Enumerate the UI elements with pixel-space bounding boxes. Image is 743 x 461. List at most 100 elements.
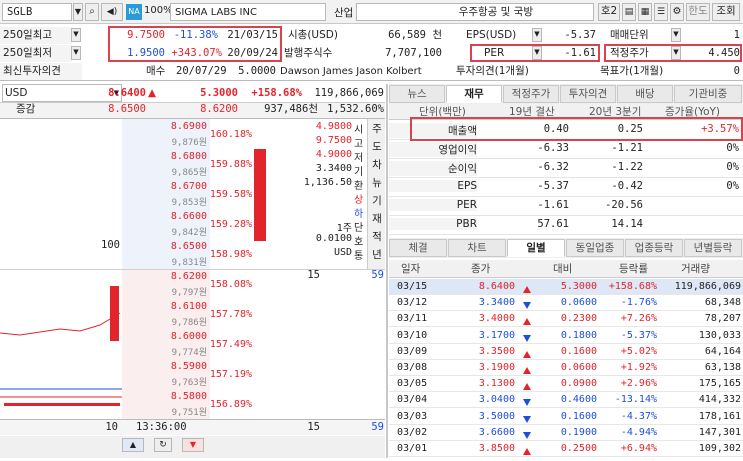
tab-opinion[interactable]: 투자의견 [560,85,616,103]
shares-value: 7,707,100 [385,47,442,59]
ask-row[interactable]: 8.6800 9,865원 159.88% [122,151,252,181]
side-tab-4[interactable]: 기 [368,193,386,211]
refresh-icon: ↻ [159,440,167,450]
tab-same-sector[interactable]: 동일업종 [566,239,624,257]
mktcap-label: 시총(USD) [288,29,338,41]
side-tab-0[interactable]: 주 [368,121,386,139]
daily-row[interactable]: 03/10 3.1700 0.1800 -5.37% 130,033 [389,328,743,344]
currency-label: USD [5,87,28,99]
daily-row[interactable]: 03/01 3.8500 0.2500 +6.94% 109,302 [389,441,743,457]
fin-row-v3: 0% [726,142,739,154]
bid-row[interactable]: 8.5800 9,751원 156.89% [122,391,252,421]
daily-row[interactable]: 03/03 3.5000 0.1600 -4.37% 178,161 [389,409,743,425]
info-strip: 250일최고 ▼ 9.7500 -11.38% 21/03/15 시총(USD)… [0,25,743,81]
chart-button[interactable]: ▦ [638,3,652,21]
hi250-dropdown[interactable]: ▼ [71,28,81,42]
bid-row[interactable]: 8.5900 9,763원 157.19% [122,361,252,391]
ask-pct: 158.98% [209,249,252,260]
currency-code-label: 통 [354,251,364,262]
scroll-up-button[interactable]: ▲ [122,438,144,452]
daily-close: 3.6600 [478,426,515,438]
side-tab-1[interactable]: 도 [368,139,386,157]
low-label: 저 [354,153,364,164]
bid-row[interactable]: 8.6200 9,797원 158.08% [122,271,252,301]
margin-label: 증감 [16,103,36,115]
ho2-button[interactable]: 호2 [598,3,620,21]
limit-button[interactable]: 한도 [686,3,710,21]
gear-icon: ⚙ [672,6,682,17]
daily-vol: 68,348 [704,297,741,309]
ask-qty: 100 [101,239,120,251]
ticker-dropdown-button[interactable]: ▼ [73,3,83,21]
sound-button[interactable]: ◀) [101,3,123,21]
side-tab-7[interactable]: 년 [368,247,386,265]
daily-row[interactable]: 03/15 8.6400 5.3000 +158.68% 119,866,069 [389,279,743,295]
tab-fair-price[interactable]: 적정주가 [503,85,559,103]
side-tab-3[interactable]: 뉴 [368,175,386,193]
side-tab-5[interactable]: 재 [368,211,386,229]
daily-row[interactable]: 03/11 3.4000 0.2300 +7.26% 78,207 [389,311,743,328]
bid-pct: 156.89% [209,399,252,410]
ask-pct: 160.18% [209,129,252,140]
search-button[interactable]: ⌕ [85,3,99,21]
document-icon: ▤ [624,7,634,17]
tab-financials[interactable]: 재무 [446,85,502,103]
na-badge: NA [126,4,142,20]
daily-row[interactable]: 03/12 3.3400 0.0600 -1.76% 68,348 [389,295,743,312]
daily-close: 3.0400 [478,394,515,406]
tab-daily[interactable]: 일별 [507,239,565,257]
daily-row[interactable]: 03/05 3.1300 0.0900 +2.96% 175,165 [389,376,743,393]
lo250-dropdown[interactable]: ▼ [71,46,81,60]
bottom-tabs: 체결 차트 일별 동일업종 업종등락 년별등락 [389,238,743,258]
side-tab-2[interactable]: 차 [368,157,386,175]
upper-limit-label: 상 [354,195,364,206]
daily-row[interactable]: 03/04 3.0400 0.4600 -13.14% 414,332 [389,392,743,409]
tab-sector-change[interactable]: 업종등락 [625,239,683,257]
fin-row-v2: -0.42 [611,180,643,192]
daily-vol: 178,161 [698,410,741,422]
lot-dropdown[interactable]: ▼ [671,28,681,42]
lower-limit-label: 하 [354,209,364,220]
fin-row-label: EPS [389,180,477,192]
bid-row[interactable]: 8.6000 9,774원 157.49% [122,331,252,361]
ask-row[interactable]: 8.6500 9,831원 158.98% [122,241,252,271]
chevron-up-icon: ▲ [129,440,137,449]
list-button[interactable]: ☰ [654,3,668,21]
side-tab-6[interactable]: 적 [368,229,386,247]
daily-row[interactable]: 03/09 3.3500 0.1600 +5.02% 64,164 [389,344,743,360]
eps-dropdown[interactable]: ▼ [532,28,542,42]
daily-pct: +6.94% [620,443,657,454]
tab-chart[interactable]: 차트 [448,239,506,257]
margin-high: 8.6200 [200,103,238,115]
ticker-input[interactable]: SGLB [2,3,72,21]
currency-code: USD [333,247,352,258]
daily-row[interactable]: 03/02 3.6600 0.1900 -4.94% 147,301 [389,425,743,441]
fin-row-v1: -5.37 [537,180,569,192]
target-1m-label: 목표가(1개월) [600,65,664,77]
doc-button[interactable]: ▤ [622,3,636,21]
daily-row[interactable]: 03/08 3.1900 0.0600 +1.92% 63,138 [389,360,743,376]
settings-button[interactable]: ⚙ [670,3,684,21]
bid-row[interactable]: 8.6100 9,786원 157.78% [122,301,252,331]
tab-trades[interactable]: 체결 [389,239,447,257]
tab-news[interactable]: 뉴스 [389,85,445,103]
daily-vol: 119,866,069 [674,281,741,292]
scroll-down-button[interactable]: ▼ [182,438,204,452]
refresh-button[interactable]: ↻ [154,438,172,452]
tab-dividend[interactable]: 배당 [617,85,673,103]
ask-row[interactable]: 8.6900 9,876원 160.18% [122,121,252,151]
fin-row-label: PER [389,199,477,211]
lookup-button[interactable]: 조회 [712,3,740,21]
daily-date: 03/05 [397,378,428,390]
fin-row-v2: -1.22 [611,161,643,173]
ask-row[interactable]: 8.6600 9,842원 159.28% [122,211,252,241]
daily-date: 03/12 [397,297,428,309]
ask-row[interactable]: 8.6700 9,853원 159.58% [122,181,252,211]
ask-bid-divider [0,269,385,270]
tab-institution[interactable]: 기관비중 [674,85,742,103]
daily-pct: +158.68% [608,281,657,292]
daily-vol: 147,301 [698,426,741,438]
mktcap-value: 66,589 천 [388,29,442,41]
bid-price: 8.6000 [170,331,207,342]
tab-yearly-change[interactable]: 년별등락 [684,239,742,257]
